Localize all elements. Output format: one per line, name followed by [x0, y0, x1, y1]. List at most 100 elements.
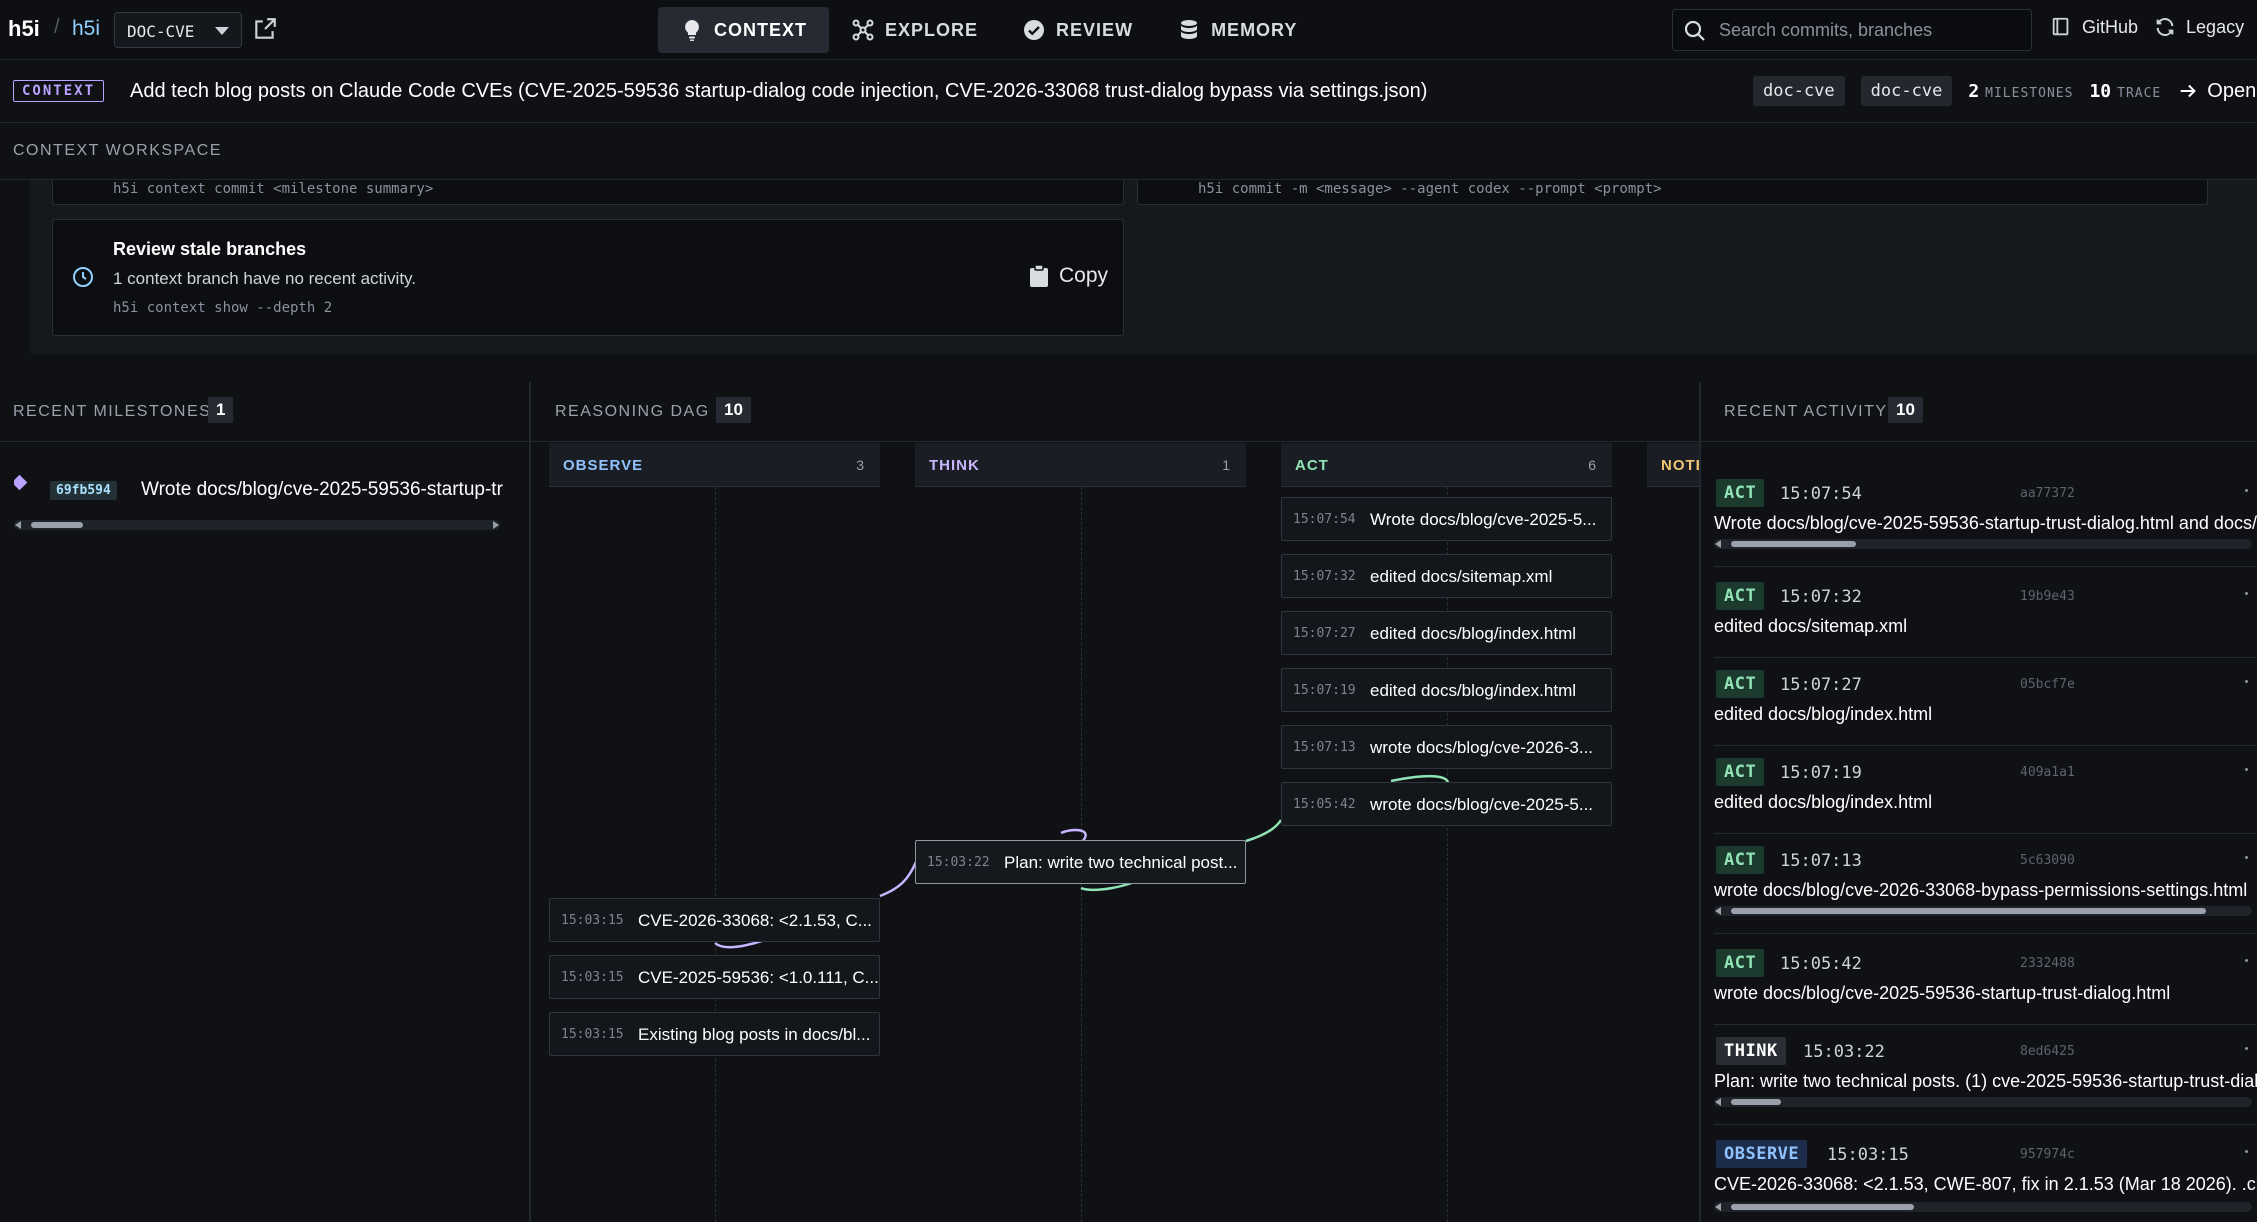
tab-explore[interactable]: EXPLORE	[829, 7, 1000, 53]
node-text: Wrote docs/blog/cve-2025-5...	[1370, 510, 1597, 529]
dag-node-observe[interactable]: 15:03:15 CVE-2025-59536: <1.0.111, C...	[549, 955, 880, 999]
external-link-icon[interactable]	[252, 16, 278, 42]
node-time: 15:07:27	[1293, 626, 1356, 641]
workspace-header: CONTEXT WORKSPACE	[0, 124, 2257, 180]
milestones-count: 2	[1968, 80, 1980, 102]
scroll-left-icon[interactable]	[1715, 1203, 1721, 1211]
activity-sha: 409a1a1	[2020, 765, 2075, 780]
tab-context-label: CONTEXT	[714, 19, 808, 40]
scroll-thumb[interactable]	[1731, 1099, 1781, 1105]
activity-scrollbar[interactable]	[1714, 539, 2252, 549]
scroll-left-icon[interactable]	[15, 521, 21, 529]
kind-badge: ACT	[1716, 479, 1765, 507]
search-input[interactable]	[1719, 18, 2019, 42]
dag-node-act[interactable]: 15:05:42 wrote docs/blog/cve-2025-5...	[1281, 782, 1612, 826]
activity-time: 15:07:54	[1780, 484, 1862, 504]
activity-item[interactable]: THINK 15:03:22 8ed6425 Plan: write two t…	[1714, 1037, 2257, 1125]
clipboard-icon	[1030, 264, 1048, 287]
copy-button[interactable]: Copy	[1029, 264, 1108, 288]
activity-item[interactable]: OBSERVE 15:03:15 957974c CVE-2026-33068:…	[1714, 1140, 2257, 1222]
dag-node-act[interactable]: 15:07:13 wrote docs/blog/cve-2026-3...	[1281, 725, 1612, 769]
node-time: 15:03:15	[561, 913, 624, 928]
milestone-hash[interactable]: 69fb594	[50, 481, 117, 500]
breadcrumb-separator: /	[54, 16, 60, 38]
chevron-down-icon	[215, 27, 229, 35]
dag-node-think[interactable]: 15:03:22 Plan: write two technical post.…	[915, 840, 1246, 884]
kind-badge: ACT	[1716, 949, 1765, 977]
repo-link[interactable]: h5i	[72, 17, 100, 41]
trace-count: 10	[2089, 80, 2112, 102]
stale-branches-card: Review stale branches 1 context branch h…	[52, 219, 1124, 336]
activity-item[interactable]: ACT 15:07:13 5c63090 wrote docs/blog/cve…	[1714, 846, 2257, 934]
scroll-thumb[interactable]	[31, 522, 83, 528]
dag-node-act[interactable]: 15:07:27 edited docs/blog/index.html	[1281, 611, 1612, 655]
activity-scrollbar[interactable]	[1714, 1202, 2252, 1212]
activity-item[interactable]: ACT 15:07:54 aa77372 Wrote docs/blog/cve…	[1714, 479, 2257, 567]
scroll-right-icon[interactable]	[493, 521, 499, 529]
activity-sha: 2332488	[2020, 956, 2075, 971]
dag-title: REASONING DAG	[555, 403, 710, 420]
node-time: 15:07:19	[1293, 683, 1356, 698]
more-dot	[2245, 1047, 2248, 1050]
legacy-link[interactable]: Legacy	[2154, 16, 2244, 38]
tab-memory[interactable]: MEMORY	[1155, 7, 1319, 53]
node-text: Plan: write two technical post...	[1004, 853, 1238, 872]
activity-time: 15:07:27	[1780, 675, 1862, 695]
node-time: 15:03:15	[561, 970, 624, 985]
milestones-header: RECENT MILESTONES 1	[0, 382, 529, 442]
dag-node-act[interactable]: 15:07:54 Wrote docs/blog/cve-2025-5...	[1281, 497, 1612, 541]
branch-tag[interactable]: doc-cve	[1753, 76, 1845, 106]
suggestion-command: h5i commit -m <message> --agent codex --…	[1198, 181, 1662, 197]
tab-context[interactable]: CONTEXT	[658, 7, 830, 53]
kind-badge: THINK	[1716, 1037, 1786, 1065]
stale-branches-description: 1 context branch have no recent activity…	[113, 269, 417, 288]
activity-item[interactable]: ACT 15:07:27 05bcf7e edited docs/blog/in…	[1714, 670, 2257, 746]
activity-text: edited docs/blog/index.html	[1714, 792, 1933, 812]
activity-text: edited docs/blog/index.html	[1714, 704, 1933, 724]
activity-sha: 5c63090	[2020, 853, 2075, 868]
node-text: wrote docs/blog/cve-2025-5...	[1370, 795, 1594, 814]
milestone-item[interactable]: 69fb594 Wrote docs/blog/cve-2025-59536-s…	[14, 474, 504, 514]
book-icon	[2052, 17, 2069, 36]
node-time: 15:03:15	[561, 1027, 624, 1042]
dag-header: REASONING DAG 10	[531, 382, 1699, 442]
activity-header: RECENT ACTIVITY 10	[1701, 382, 2257, 442]
node-text: edited docs/blog/index.html	[1370, 681, 1577, 700]
github-link[interactable]: GitHub	[2050, 16, 2138, 38]
activity-item[interactable]: ACT 15:07:32 19b9e43 edited docs/sitemap…	[1714, 582, 2257, 658]
activity-time: 15:05:42	[1780, 954, 1862, 974]
activity-item[interactable]: ACT 15:07:19 409a1a1 edited docs/blog/in…	[1714, 758, 2257, 834]
scroll-left-icon[interactable]	[1715, 907, 1721, 915]
arrow-right-icon	[2180, 84, 2197, 98]
milestones-title: RECENT MILESTONES	[13, 403, 212, 420]
branch-select[interactable]: DOC-CVE	[114, 12, 242, 48]
open-button[interactable]: Open	[2177, 80, 2256, 103]
context-badge: CONTEXT	[13, 80, 105, 102]
activity-item[interactable]: ACT 15:05:42 2332488 wrote docs/blog/cve…	[1714, 949, 2257, 1025]
panel-divider	[1699, 382, 1701, 1222]
scroll-thumb[interactable]	[1731, 541, 1856, 547]
scroll-left-icon[interactable]	[1715, 1098, 1721, 1106]
milestones-scrollbar[interactable]	[14, 520, 500, 530]
dag-node-act[interactable]: 15:07:19 edited docs/blog/index.html	[1281, 668, 1612, 712]
dag-node-observe[interactable]: 15:03:15 CVE-2026-33068: <2.1.53, C...	[549, 898, 880, 942]
more-dot	[2245, 680, 2248, 683]
scroll-left-icon[interactable]	[1715, 540, 1721, 548]
kind-badge: ACT	[1716, 670, 1765, 698]
dag-node-observe[interactable]: 15:03:15 Existing blog posts in docs/bl.…	[549, 1012, 880, 1056]
scroll-thumb[interactable]	[1731, 908, 2206, 914]
branch-tag[interactable]: doc-cve	[1860, 76, 1953, 106]
milestone-text: Wrote docs/blog/cve-2025-59536-startup-t…	[141, 479, 504, 500]
activity-scrollbar[interactable]	[1714, 1097, 2252, 1107]
branch-select-value: DOC-CVE	[127, 22, 195, 41]
dag-count-badge: 10	[716, 397, 751, 423]
dag-node-act[interactable]: 15:07:32 edited docs/sitemap.xml	[1281, 554, 1612, 598]
tab-memory-label: MEMORY	[1211, 19, 1298, 40]
node-text: wrote docs/blog/cve-2026-3...	[1370, 738, 1594, 757]
search-box	[1672, 9, 2032, 51]
tab-review[interactable]: REVIEW	[1000, 7, 1155, 53]
activity-scrollbar[interactable]	[1714, 906, 2252, 916]
brand-logo[interactable]: h5i	[8, 16, 40, 42]
scroll-thumb[interactable]	[1731, 1204, 1914, 1210]
activity-text: Wrote docs/blog/cve-2025-59536-startup-t…	[1714, 513, 2257, 533]
